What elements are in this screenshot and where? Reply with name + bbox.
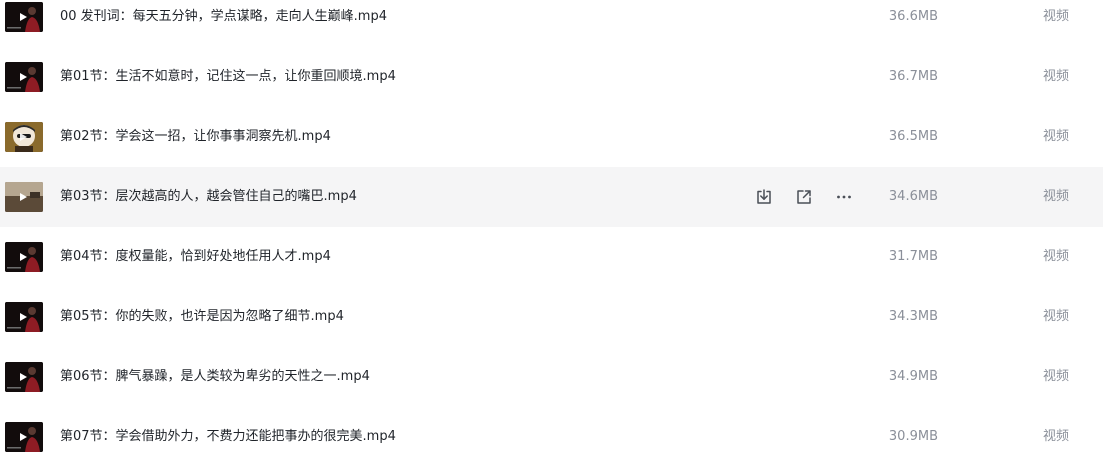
more-button[interactable] [832, 185, 856, 209]
file-name[interactable]: 第02节：学会这一招，让你事事洞察先机.mp4 [60, 107, 331, 167]
file-row[interactable]: 第02节：学会这一招，让你事事洞察先机.mp4 36.5MB 视频 [0, 107, 1103, 167]
video-thumbnail[interactable] [5, 182, 43, 212]
file-size: 36.6MB [888, 9, 938, 24]
video-thumbnail[interactable] [5, 2, 43, 32]
file-type: 视频 [1043, 369, 1070, 384]
more-icon [835, 188, 853, 206]
file-name[interactable]: 第06节：脾气暴躁，是人类较为卑劣的天性之一.mp4 [60, 347, 370, 407]
file-size: 36.5MB [888, 129, 938, 144]
file-list: 00 发刊词：每天五分钟，学点谋略，走向人生巅峰.mp4 36.6MB 视频 第01… [0, 0, 1103, 454]
file-type: 视频 [1043, 9, 1070, 24]
file-size: 34.6MB [888, 189, 938, 204]
file-size: 31.7MB [888, 249, 938, 264]
file-row[interactable]: 第06节：脾气暴躁，是人类较为卑劣的天性之一.mp4 34.9MB 视频 [0, 347, 1103, 407]
file-name[interactable]: 第05节：你的失败，也许是因为忽略了细节.mp4 [60, 287, 344, 347]
row-actions [752, 185, 872, 209]
video-thumbnail[interactable] [5, 362, 43, 392]
file-row[interactable]: 第01节：生活不如意时，记住这一点，让你重回顺境.mp4 36.7MB 视频 [0, 47, 1103, 107]
video-thumbnail[interactable] [5, 422, 43, 452]
file-size: 34.3MB [888, 309, 938, 324]
download-button[interactable] [752, 185, 776, 209]
file-name[interactable]: 第07节：学会借助外力，不费力还能把事办的很完美.mp4 [60, 407, 396, 467]
file-size: 36.7MB [888, 69, 938, 84]
file-size: 30.9MB [888, 429, 938, 444]
video-thumbnail[interactable] [5, 302, 43, 332]
video-thumbnail[interactable] [5, 122, 43, 152]
file-row[interactable]: 第04节：度权量能，恰到好处地任用人才.mp4 31.7MB 视频 [0, 227, 1103, 287]
file-name[interactable]: 第01节：生活不如意时，记住这一点，让你重回顺境.mp4 [60, 47, 396, 107]
share-button[interactable] [792, 185, 816, 209]
file-size: 34.9MB [888, 369, 938, 384]
file-type: 视频 [1043, 69, 1070, 84]
file-name[interactable]: 第04节：度权量能，恰到好处地任用人才.mp4 [60, 227, 331, 287]
file-row[interactable]: 第03节：层次越高的人，越会管住自己的嘴巴.mp4 34.6MB 视频 [0, 167, 1103, 227]
share-icon [795, 188, 813, 206]
file-name[interactable]: 00 发刊词：每天五分钟，学点谋略，走向人生巅峰.mp4 [60, 0, 387, 47]
download-icon [755, 188, 773, 206]
file-type: 视频 [1043, 429, 1070, 444]
file-row[interactable]: 第07节：学会借助外力，不费力还能把事办的很完美.mp4 30.9MB 视频 [0, 407, 1103, 467]
file-type: 视频 [1043, 249, 1070, 264]
file-type: 视频 [1043, 129, 1070, 144]
file-type: 视频 [1043, 309, 1070, 324]
video-thumbnail[interactable] [5, 242, 43, 272]
file-type: 视频 [1043, 189, 1070, 204]
file-name[interactable]: 第03节：层次越高的人，越会管住自己的嘴巴.mp4 [60, 167, 357, 227]
file-row[interactable]: 第05节：你的失败，也许是因为忽略了细节.mp4 34.3MB 视频 [0, 287, 1103, 347]
file-row[interactable]: 00 发刊词：每天五分钟，学点谋略，走向人生巅峰.mp4 36.6MB 视频 [0, 0, 1103, 47]
video-thumbnail[interactable] [5, 62, 43, 92]
